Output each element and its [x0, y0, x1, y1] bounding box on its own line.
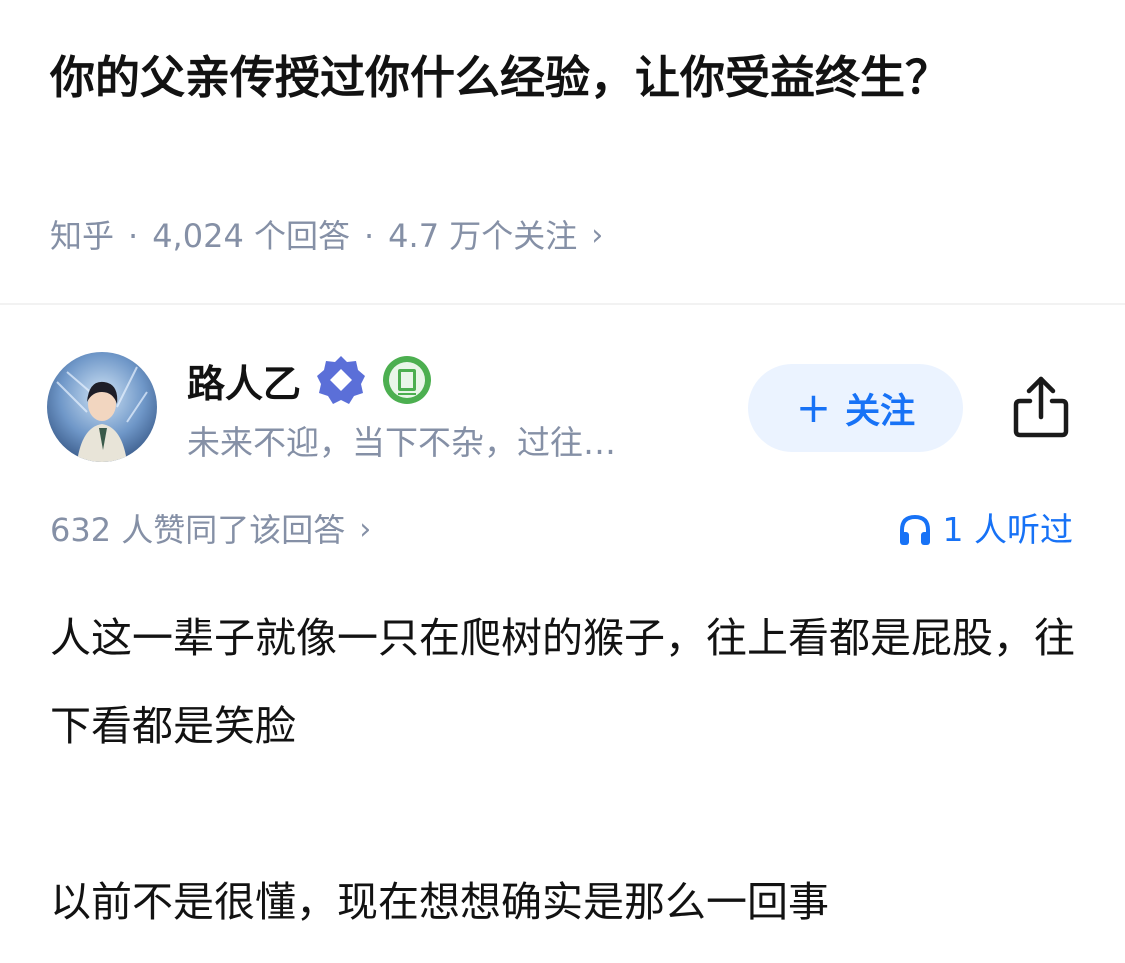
- meta-separator: ·: [363, 217, 375, 255]
- follow-button[interactable]: + 关注: [748, 364, 963, 452]
- divider: [0, 303, 1125, 305]
- answer-paragraph: 以前不是很懂，现在想想确实是那么一回事: [50, 878, 829, 926]
- author-bio: 未来不迎，当下不杂，过往…: [187, 423, 616, 462]
- follow-label: 关注: [845, 391, 916, 432]
- book-badge-icon: [383, 356, 432, 404]
- chevron-right-icon: ›: [591, 218, 604, 253]
- share-button[interactable]: [1010, 373, 1072, 441]
- share-icon: [1013, 376, 1069, 438]
- answer-count: 4,024 个回答: [152, 217, 350, 255]
- listen-count[interactable]: 1 人听过: [897, 506, 1074, 554]
- zhihu-answer-page: 你的父亲传授过你什么经验，让你受益终生？ 知乎 · 4,024 个回答 · 4.…: [0, 0, 1125, 963]
- answer-paragraph: 人这一辈子就像一只在爬树的猴子，往上看都是屁股，往下看都是笑脸: [50, 614, 1075, 750]
- listen-count-text: 1 人听过: [942, 510, 1074, 549]
- verified-badge-icon: [317, 356, 366, 404]
- answer-body: 人这一辈子就像一只在爬树的猴子，往上看都是屁股，往下看都是笑脸 以前不是很懂，现…: [50, 594, 1080, 946]
- author-name[interactable]: 路人乙: [187, 353, 301, 408]
- follow-count: 4.7 万个关注: [388, 217, 578, 255]
- headphones-icon: [899, 514, 930, 545]
- avatar[interactable]: [47, 352, 157, 462]
- source-label: 知乎: [50, 217, 115, 255]
- question-meta[interactable]: 知乎 · 4,024 个回答 · 4.7 万个关注 ›: [50, 212, 603, 260]
- chevron-right-icon: ›: [359, 512, 372, 547]
- vote-summary[interactable]: 632 人赞同了该回答 ›: [50, 506, 371, 554]
- question-title[interactable]: 你的父亲传授过你什么经验，让你受益终生？: [50, 40, 1080, 116]
- author-name-row: 路人乙: [187, 350, 433, 410]
- meta-separator: ·: [128, 217, 139, 255]
- vote-count-text: 632 人赞同了该回答: [50, 511, 346, 549]
- plus-icon: +: [795, 383, 832, 432]
